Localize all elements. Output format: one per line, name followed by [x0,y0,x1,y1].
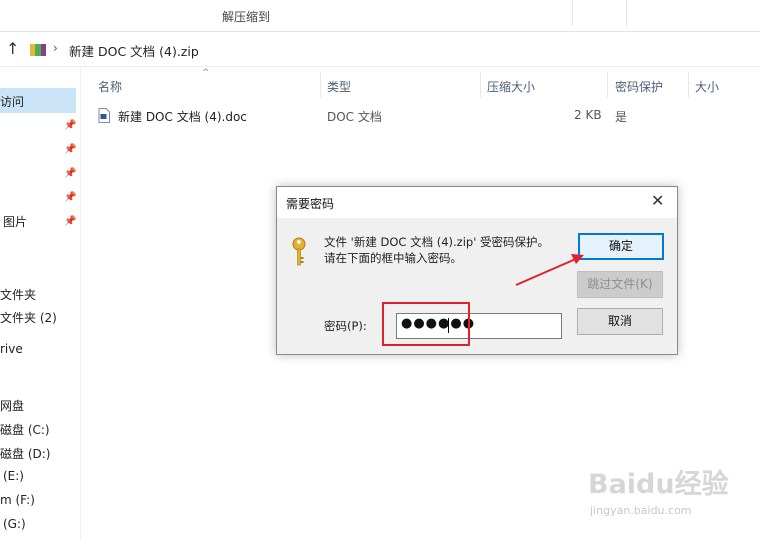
nav-item-pictures[interactable]: 图片 [3,213,27,230]
dialog-titlebar[interactable]: 需要密码 ✕ [277,187,677,218]
ribbon: 解压缩到 [0,0,760,32]
watermark-url: jingyan.baidu.com [590,504,692,517]
column-header-compressed-size[interactable]: 压缩大小 [487,78,535,95]
dialog-title: 需要密码 [286,197,335,211]
up-arrow-icon[interactable]: ↑ [6,39,19,58]
key-icon [292,237,306,266]
file-compressed-size: 2 KB [574,108,602,122]
dialog-message-line2: 请在下面的框中输入密码。 [324,251,462,265]
skip-file-button[interactable]: 跳过文件(K) [577,271,663,298]
nav-item-quick-access[interactable]: 访问 [0,93,24,110]
nav-item-folder-2[interactable]: 文件夹 (2) [0,309,57,326]
column-header-size[interactable]: 大小 [695,78,719,95]
ok-button[interactable]: 确定 [578,233,664,260]
nav-item-folder[interactable]: 文件夹 [0,286,36,303]
baidu-watermark: Baidu经验 jingyan.baidu.com [586,462,756,532]
navigation-pane: 访问 📌 📌 📌 📌 图片 📌 文件夹 文件夹 (2) rive 网盘 磁盘 (… [0,66,81,540]
column-divider[interactable] [607,72,608,98]
nav-item-drive-d[interactable]: 磁盘 (D:) [0,445,50,462]
file-password-protected: 是 [615,110,628,124]
nav-item-drive-c[interactable]: 磁盘 (C:) [0,421,50,438]
breadcrumb-chevron-icon: › [53,41,58,55]
column-header-name[interactable]: 名称 [98,78,122,95]
cancel-button[interactable]: 取消 [577,308,663,335]
pin-icon[interactable]: 📌 [64,168,76,179]
address-bar: ↑ › 新建 DOC 文档 (4).zip [0,32,760,67]
ribbon-divider [572,0,573,26]
column-header-type[interactable]: 类型 [327,78,351,95]
pin-icon[interactable]: 📌 [64,192,76,203]
column-header-password-protected[interactable]: 密码保护 [615,78,663,95]
pin-icon[interactable]: 📌 [64,144,76,155]
close-icon[interactable]: ✕ [651,191,664,210]
password-dialog: 需要密码 ✕ 文件 '新建 DOC 文档 (4).zip' 受密码保护。 请在下… [276,186,678,355]
file-name[interactable]: 新建 DOC 文档 (4).doc [118,108,247,125]
password-label: 密码(P): [324,319,367,333]
nav-item-drive-g[interactable]: (G:) [3,517,26,531]
file-type: DOC 文档 [327,110,382,124]
nav-item-network-drive[interactable]: 网盘 [0,397,24,414]
nav-item-drive-f[interactable]: m (F:) [0,493,35,507]
breadcrumb-archive[interactable]: 新建 DOC 文档 (4).zip [69,41,199,60]
dialog-message-line1: 文件 '新建 DOC 文档 (4).zip' 受密码保护。 [324,235,550,249]
pin-icon[interactable]: 📌 [64,216,76,227]
watermark-logo-text: Baidu经验 [588,469,729,500]
zip-archive-icon [30,44,46,56]
nav-item-onedrive[interactable]: rive [0,342,23,356]
nav-item-drive-e[interactable]: (E:) [3,469,24,483]
column-divider[interactable] [320,72,321,98]
column-divider[interactable] [688,72,689,98]
pin-icon[interactable]: 📌 [64,120,76,131]
ribbon-extract-to[interactable]: 解压缩到 [222,8,270,25]
sort-ascending-icon: ^ [202,68,210,78]
column-divider[interactable] [480,72,481,98]
ribbon-divider [626,0,627,26]
annotation-highlight-box [382,302,470,346]
word-document-icon [98,108,110,123]
